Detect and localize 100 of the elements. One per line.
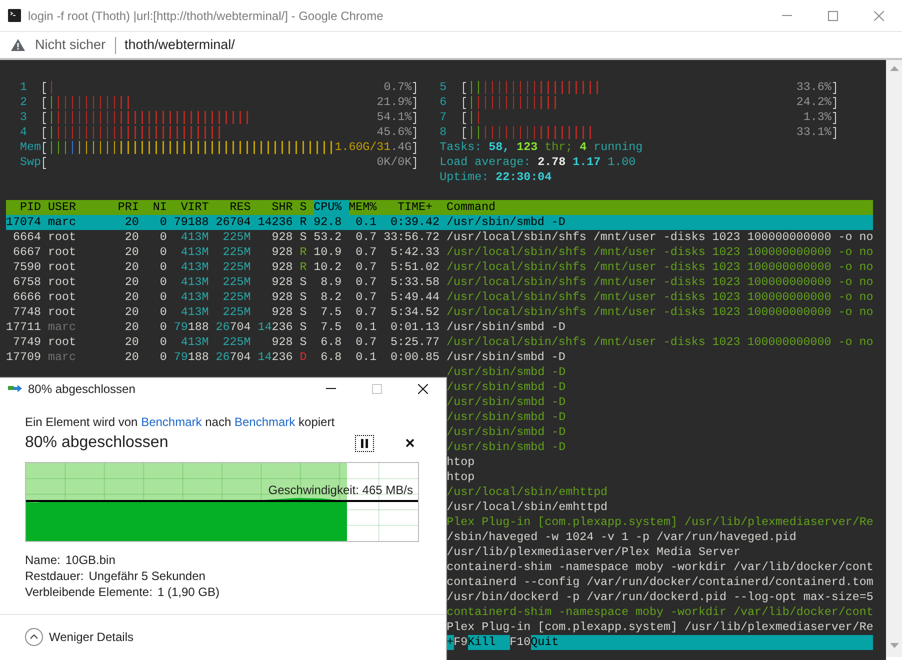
folder-link[interactable]: Benchmark [141, 415, 202, 429]
details-toggle-button[interactable]: Weniger Details [25, 627, 134, 647]
memory-percent-cell-text: 0.7 [354, 230, 377, 245]
memory-percent-cell-text: 0.7 [354, 305, 377, 320]
column-header[interactable]: CPU% [314, 200, 349, 215]
resident-memory-cell-text: 225M [222, 290, 251, 305]
detail-label: Restdauer: [25, 568, 84, 585]
command-cell: htop [446, 455, 475, 470]
column-header[interactable]: USER [48, 200, 118, 215]
command-cell: /usr/local/sbin/shfs /mnt/user -disks 1023 100000000000 -o no [446, 305, 874, 320]
shared-memory-cell-text: 928 [270, 305, 293, 320]
process-state-cell: S [300, 230, 307, 245]
command-cell: /usr/sbin/smbd -D [446, 425, 566, 440]
command-cell: htop [446, 470, 475, 485]
command-cell: /usr/sbin/smbd -D [446, 395, 566, 410]
scroll-down-icon[interactable] [890, 643, 898, 648]
virtual-memory-cell: 79188 [174, 320, 209, 335]
nice-value-cell-text: 0 [158, 215, 167, 230]
pid-cell-text: 6667 [12, 245, 41, 260]
nice-value-cell-text: 0 [158, 245, 167, 260]
threads-label: thr; [544, 140, 573, 154]
meter-label: 6 [440, 95, 448, 110]
command-cell: /usr/sbin/smbd -D [446, 440, 566, 455]
meter-label: 2 [20, 95, 28, 110]
cpu-time-cell-text: 5:42.33 [390, 245, 440, 260]
user-cell-text: root [48, 230, 77, 245]
nice-value-cell-text: 0 [158, 260, 167, 275]
user-cell-text: root [48, 335, 77, 350]
process-state-cell: S [300, 275, 307, 290]
column-header[interactable]: PRI [118, 200, 146, 215]
virtual-memory-cell-text: 413M [180, 245, 209, 260]
function-key-label[interactable]: F9 [454, 635, 468, 650]
meter-label: Swp [20, 155, 41, 170]
load-average-value: 1.00 [608, 155, 636, 169]
cpu-percent-cell-text: 7.5 [320, 320, 342, 335]
pause-button[interactable] [355, 434, 374, 452]
virtual-memory-cell-text: 413M [180, 335, 209, 350]
terminal-icon [8, 9, 21, 22]
transfer-speed: Geschwindigkeit: 465 MB/s [268, 483, 413, 498]
resident-memory-cell-text: 225M [222, 335, 251, 350]
scroll-up-icon[interactable] [890, 66, 898, 71]
function-key-action[interactable]: Quit [530, 635, 874, 650]
column-header[interactable]: NI [146, 200, 174, 215]
uptime-label: Uptime: [440, 170, 489, 184]
column-header[interactable]: S [300, 200, 314, 215]
maximize-icon [372, 384, 382, 394]
meter-label: 4 [20, 125, 28, 140]
resident-memory-cell-text: 225M [222, 260, 251, 275]
priority-cell-text: 20 [124, 230, 139, 245]
scrollbar[interactable] [886, 60, 902, 657]
meter-reading: 0.7% [384, 80, 412, 95]
close-icon [406, 439, 414, 447]
priority-cell-text: 20 [124, 275, 139, 290]
function-key-action[interactable]: Kill [468, 635, 510, 650]
priority-cell-text: 20 [124, 290, 139, 305]
meter-reading: 24.2% [796, 95, 832, 110]
meter-reading: 1.3% [803, 110, 832, 125]
virtual-memory-cell-text: 413M [180, 290, 209, 305]
command-cell: Plex Plug-in [com.plexapp.system] /usr/lib/plexmediaserver/Re [446, 620, 874, 635]
process-state-cell: R [300, 260, 307, 275]
column-header[interactable]: VIRT [174, 200, 216, 215]
cpu-percent-cell-text: 8.9 [320, 275, 342, 290]
command-cell: /sbin/haveged -w 1024 -v 1 -p /var/run/haveged.pid [446, 530, 796, 545]
progress-status: 80% abgeschlossen [25, 433, 168, 453]
warning-icon[interactable] [11, 39, 25, 51]
pause-icon [361, 438, 368, 448]
priority-cell-text: 20 [124, 350, 139, 365]
process-state-cell: S [300, 335, 307, 350]
column-header[interactable]: SHR [258, 200, 300, 215]
virtual-memory-cell-text: 413M [180, 305, 209, 320]
memory-percent-cell-text: 0.1 [354, 350, 377, 365]
meter-reading: 33.1% [796, 125, 832, 140]
maximize-icon [828, 10, 838, 20]
resident-memory-cell-text: 225M [222, 275, 251, 290]
command-cell: /usr/sbin/smbd -D [446, 215, 566, 230]
column-header[interactable]: RES [216, 200, 258, 215]
function-key-label[interactable]: F10 [510, 635, 531, 650]
tasks-label: Tasks: [440, 140, 482, 154]
pid-cell-text: 7748 [12, 305, 41, 320]
folder-link[interactable]: Benchmark [234, 415, 296, 429]
nice-value-cell-text: 0 [158, 350, 167, 365]
user-cell-text: marc [48, 215, 77, 230]
process-row[interactable]: 17074 marc 20 0 79188 26704 14236 R 92.8 0.1 0:39.42 /usr/sbin/smbd -D [6, 215, 874, 230]
shared-memory-cell: 14236 [258, 350, 293, 365]
column-header[interactable]: Command [446, 200, 874, 215]
cpu-time-cell-text: 5:49.44 [390, 290, 440, 305]
column-header[interactable]: PID [6, 200, 48, 215]
address-url[interactable]: thoth/webterminal/ [124, 34, 235, 56]
process-state-cell: S [300, 320, 307, 335]
pid-cell-text: 7749 [12, 335, 41, 350]
cpu-percent-cell-text: 7.5 [320, 305, 342, 320]
security-status[interactable]: Nicht sicher [35, 34, 106, 56]
column-header[interactable]: TIME+ [384, 200, 446, 215]
memory-percent-cell-text: 0.1 [354, 320, 377, 335]
running-label: running [594, 140, 643, 154]
nice-value-cell-text: 0 [158, 305, 167, 320]
shared-memory-cell: 14236 [258, 215, 293, 230]
command-cell: Plex Plug-in [com.plexapp.system] /usr/lib/plexmediaserver/Re [446, 515, 874, 530]
virtual-memory-cell: 79188 [174, 215, 209, 230]
column-header[interactable]: MEM% [348, 200, 384, 215]
